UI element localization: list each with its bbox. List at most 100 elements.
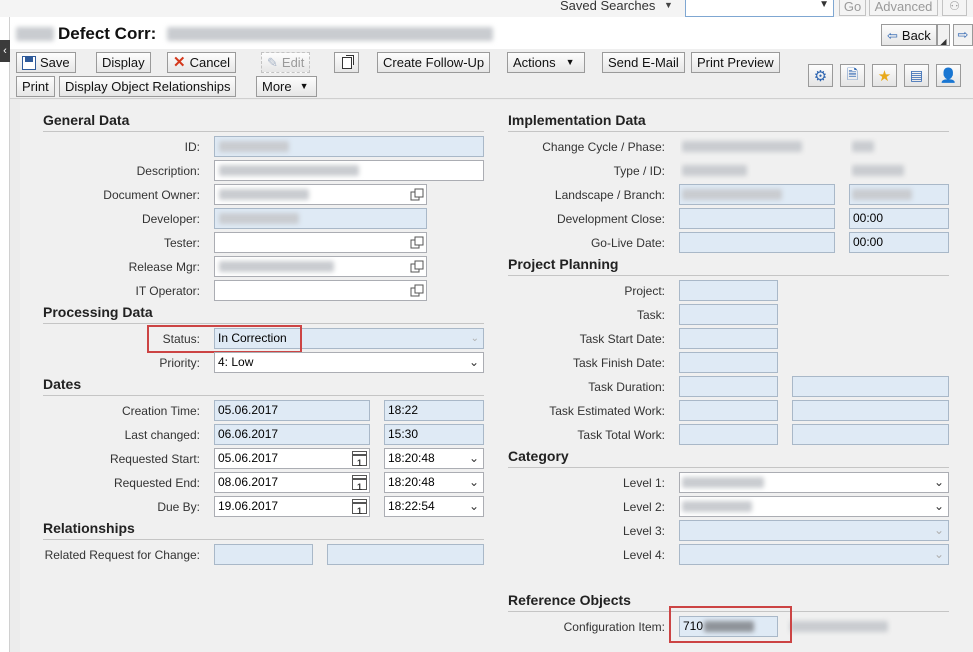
change-cycle-field[interactable] <box>679 136 835 157</box>
creation-date-field[interactable]: 05.06.2017 <box>214 400 370 421</box>
go-button[interactable]: Go <box>839 0 866 16</box>
it-operator-field[interactable] <box>214 280 427 301</box>
priority-select[interactable]: 4: Low ⌄ <box>214 352 484 373</box>
go-live-date-field[interactable] <box>679 232 835 253</box>
general-data-divider <box>43 131 484 132</box>
processing-data-heading: Processing Data <box>43 304 153 320</box>
value-help-icon[interactable] <box>410 284 424 297</box>
saved-searches-label[interactable]: Saved Searches <box>560 0 655 13</box>
requested-start-time-select[interactable]: 18:20:48 ⌄ <box>384 448 484 469</box>
creation-time-label: Creation Time: <box>121 404 200 418</box>
print-button[interactable]: Print <box>16 76 55 97</box>
task-field[interactable] <box>679 304 778 325</box>
due-by-date-field[interactable]: 19.06.2017 <box>214 496 370 517</box>
more-menu-icon: ▼ <box>299 81 309 91</box>
due-by-label: Due By: <box>157 500 200 514</box>
creation-time-field[interactable]: 18:22 <box>384 400 484 421</box>
project-field[interactable] <box>679 280 778 301</box>
requested-end-date-field[interactable]: 08.06.2017 <box>214 472 370 493</box>
level-3-label: Level 3: <box>622 524 665 538</box>
description-field[interactable] <box>214 160 484 181</box>
value-help-icon[interactable] <box>410 236 424 249</box>
development-close-date-field[interactable] <box>679 208 835 229</box>
saved-searches-dropdown-icon[interactable]: ▼ <box>664 0 673 10</box>
processing-data-divider <box>43 323 484 324</box>
task-total-work-unit-field[interactable] <box>792 424 949 445</box>
search-input[interactable]: ▼ <box>685 0 834 17</box>
level-4-label: Level 4: <box>622 548 665 562</box>
developer-field[interactable] <box>214 208 427 229</box>
requested-start-date-field[interactable]: 05.06.2017 <box>214 448 370 469</box>
task-start-date-field[interactable] <box>679 328 778 349</box>
print-preview-button[interactable]: Print Preview <box>691 52 780 73</box>
user-settings-button[interactable]: 👤 <box>936 64 961 87</box>
task-estimated-work-field[interactable] <box>679 400 778 421</box>
implementation-data-heading: Implementation Data <box>508 112 646 128</box>
task-finish-date-field[interactable] <box>679 352 778 373</box>
value-help-icon[interactable] <box>410 188 424 201</box>
calendar-icon[interactable] <box>352 475 367 492</box>
landscape-redacted <box>682 189 782 200</box>
due-by-time-select[interactable]: 18:22:54 ⌄ <box>384 496 484 517</box>
release-mgr-field[interactable] <box>214 256 427 277</box>
gear-icon: ⚙ <box>813 67 828 85</box>
send-email-button[interactable]: Send E-Mail <box>602 52 685 73</box>
related-rfc-field[interactable] <box>214 544 313 565</box>
relationships-divider <box>43 539 484 540</box>
phase-field[interactable] <box>849 136 949 157</box>
document-owner-field[interactable] <box>214 184 427 205</box>
ci-description-redacted <box>790 621 888 632</box>
notes-button[interactable]: ▤ <box>904 64 929 87</box>
id-field[interactable] <box>214 136 484 157</box>
value-help-icon[interactable] <box>410 260 424 273</box>
advanced-button[interactable]: Advanced <box>869 0 938 16</box>
task-duration-unit-field[interactable] <box>792 376 949 397</box>
display-button[interactable]: Display <box>96 52 151 73</box>
copy-button[interactable] <box>334 52 359 73</box>
level-2-select[interactable]: ⌄ <box>679 496 949 517</box>
configuration-item-label: Configuration Item: <box>563 620 665 634</box>
calendar-icon[interactable] <box>352 451 367 468</box>
tester-field[interactable] <box>214 232 427 253</box>
related-rfc-description-field[interactable] <box>327 544 484 565</box>
search-dropdown-icon[interactable]: ▼ <box>819 0 829 10</box>
sidebar-collapse-button[interactable]: ‹ <box>0 40 10 62</box>
task-total-work-field[interactable] <box>679 424 778 445</box>
task-estimated-work-unit-field[interactable] <box>792 400 949 421</box>
level-1-select[interactable]: ⌄ <box>679 472 949 493</box>
description-redacted <box>219 165 359 176</box>
back-button[interactable]: ⇦ Back <box>881 24 937 46</box>
personalize-button[interactable]: 🗎 <box>840 64 865 87</box>
task-duration-field[interactable] <box>679 376 778 397</box>
development-close-time-field[interactable]: 00:00 <box>849 208 949 229</box>
more-button[interactable]: More ▼ <box>256 76 317 97</box>
actions-button[interactable]: Actions ▼ <box>507 52 585 73</box>
level-3-select[interactable]: ⌄ <box>679 520 949 541</box>
back-history-button[interactable]: ◢ <box>937 24 950 46</box>
branch-field[interactable] <box>849 184 949 205</box>
go-live-time-field[interactable]: 00:00 <box>849 232 949 253</box>
type-field[interactable] <box>679 160 835 181</box>
last-changed-label: Last changed: <box>124 428 200 442</box>
forward-button[interactable]: ⇨ <box>953 24 973 46</box>
edit-button[interactable]: ✎ Edit <box>261 52 311 73</box>
cancel-button[interactable]: ✕ Cancel <box>167 52 237 73</box>
level-4-select[interactable]: ⌄ <box>679 544 949 565</box>
favorites-button[interactable]: ★ <box>872 64 897 87</box>
requested-end-time-select[interactable]: 18:20:48 ⌄ <box>384 472 484 493</box>
last-changed-date-field[interactable]: 06.06.2017 <box>214 424 370 445</box>
document-owner-label: Document Owner: <box>103 188 200 202</box>
type-id-field[interactable] <box>849 160 949 181</box>
sidebar-strip <box>0 17 10 652</box>
tester-label: Tester: <box>163 236 200 250</box>
last-changed-time-field[interactable]: 15:30 <box>384 424 484 445</box>
change-cycle-label: Change Cycle / Phase: <box>542 140 665 154</box>
settings-gear-button[interactable]: ⚙ <box>808 64 833 87</box>
calendar-icon[interactable] <box>352 499 367 516</box>
user-key-icon: 👤 <box>939 67 958 83</box>
display-object-relationships-button[interactable]: Display Object Relationships <box>59 76 237 97</box>
people-icon[interactable]: ⚇ <box>942 0 967 16</box>
landscape-field[interactable] <box>679 184 835 205</box>
create-follow-up-button[interactable]: Create Follow-Up <box>377 52 491 73</box>
save-button[interactable]: Save <box>16 52 76 73</box>
